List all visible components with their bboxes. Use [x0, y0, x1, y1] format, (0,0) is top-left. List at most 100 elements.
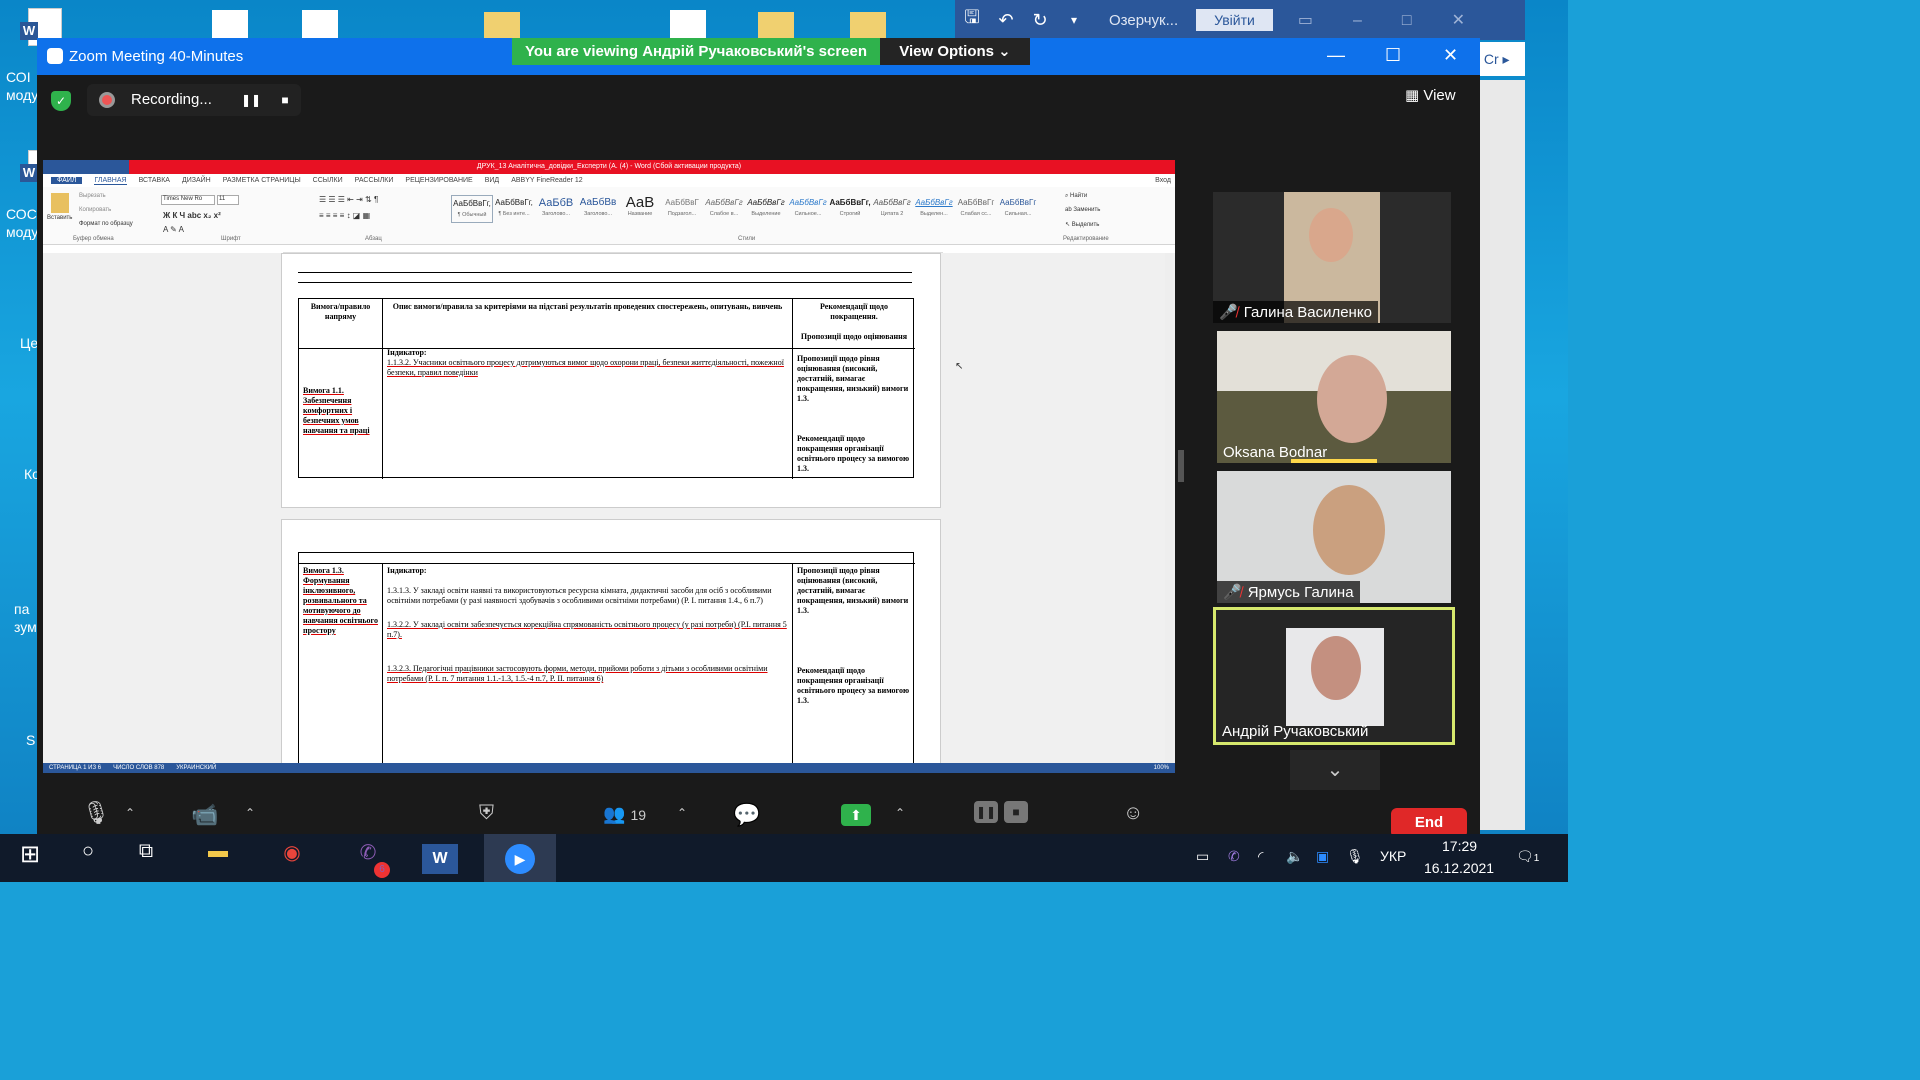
volume-icon[interactable]: 🔈	[1286, 848, 1303, 865]
close-icon[interactable]: ✕	[1443, 45, 1458, 66]
align-buttons[interactable]: ≡ ≡ ≡ ≡ ↕ ◪ ▦	[319, 211, 370, 220]
font-color-buttons[interactable]: A ✎ A	[163, 225, 184, 234]
word-document-area[interactable]: Вимога/правило напряму Вимога 1.1. Забез…	[43, 253, 1175, 773]
battery-icon[interactable]: ▭	[1196, 848, 1209, 865]
word-login-button[interactable]: Увійти	[1196, 9, 1273, 31]
chrome-icon[interactable]: ◉	[270, 840, 314, 876]
status-page[interactable]: СТРАНИЦА 1 ИЗ 6	[49, 765, 101, 771]
audio-options-chevron[interactable]: ⌃	[125, 806, 135, 820]
tab-file[interactable]: ФАЙЛ	[51, 177, 83, 184]
word-taskbar-icon[interactable]: W	[422, 844, 458, 874]
save-icon[interactable]: 🖫	[955, 5, 989, 35]
desktop-folder-2[interactable]	[758, 12, 794, 38]
stop-recording-button[interactable]: ■	[274, 89, 296, 111]
style-item[interactable]: АаБбВвГг, Строгий	[829, 195, 871, 223]
reactions-icon[interactable]: ☺	[1123, 802, 1143, 825]
style-item[interactable]: АаВ Название	[619, 195, 661, 223]
mic-tray-icon[interactable]: 🎙	[1346, 848, 1364, 865]
microphone-icon[interactable]: 🎙	[82, 800, 110, 826]
desktop-folder-1[interactable]	[484, 12, 520, 38]
task-view-icon[interactable]: ⧉	[124, 840, 168, 876]
style-item[interactable]: АаБбВвГ Подзагол...	[661, 195, 703, 223]
file-explorer-icon[interactable]: ▬	[196, 840, 240, 876]
tab-view[interactable]: ВИД	[485, 177, 499, 184]
desktop-icon-doc4[interactable]	[302, 10, 338, 38]
word-window-controls[interactable]: ▭–□✕	[1298, 10, 1505, 30]
word-ruler[interactable]	[283, 245, 943, 253]
windows-start-icon[interactable]: ⊞	[8, 840, 52, 876]
zoom-tray-icon[interactable]: ▣	[1316, 848, 1329, 865]
paste-label[interactable]: Вставить	[47, 215, 72, 221]
security-icon[interactable]: ⛨	[479, 802, 494, 825]
language-indicator[interactable]: УКР	[1380, 848, 1406, 864]
participant-tile-active[interactable]: Андрій Ручаковський	[1213, 607, 1455, 745]
participant-tile[interactable]: 🎤̸ Ярмусь Галина	[1217, 471, 1451, 603]
style-item[interactable]: АаБбВвГг Слабая сс...	[955, 195, 997, 223]
word-scrollbar[interactable]	[1165, 253, 1173, 763]
zoom-taskbar-icon[interactable]: ▶	[484, 834, 556, 882]
select-button[interactable]: ↖ Выделить	[1065, 221, 1099, 228]
undo-icon[interactable]: ↶	[989, 10, 1023, 31]
view-options-button[interactable]: View Options ⌄	[880, 38, 1030, 65]
tab-insert[interactable]: ВСТАВКА	[139, 177, 170, 184]
style-item[interactable]: АаБбВвГг Цитата 2	[871, 195, 913, 223]
desktop-icon-doc5[interactable]	[670, 10, 706, 38]
viber-icon[interactable]: ✆ 6	[346, 840, 390, 878]
tab-design[interactable]: ДИЗАЙН	[182, 177, 211, 184]
word-login-link[interactable]: Вход	[1155, 177, 1171, 184]
share-options-chevron[interactable]: ⌃	[895, 806, 905, 820]
notifications-icon[interactable]: 🗨1	[1516, 848, 1539, 865]
tab-review[interactable]: РЕЦЕНЗИРОВАНИЕ	[405, 177, 472, 184]
copy-label[interactable]: Копировать	[79, 207, 111, 213]
tab-references[interactable]: ССЫЛКИ	[313, 177, 343, 184]
paste-icon[interactable]	[51, 193, 69, 213]
style-item[interactable]: АаБбВ Заголово...	[535, 195, 577, 223]
style-item[interactable]: АаБбВвГг, ¶ Обычный	[451, 195, 493, 223]
viber-tray-icon[interactable]: ✆	[1228, 848, 1240, 865]
video-camera-icon[interactable]: 📹	[191, 802, 218, 828]
font-size-input[interactable]: 11	[217, 195, 239, 205]
security-shield-icon[interactable]: ✓	[51, 91, 71, 111]
tab-layout[interactable]: РАЗМЕТКА СТРАНИЦЫ	[223, 177, 301, 184]
desktop-folder-3[interactable]	[850, 12, 886, 38]
chat-icon[interactable]: 💬	[733, 802, 760, 828]
pause-share-icon[interactable]: ❚❚	[974, 801, 998, 823]
style-item[interactable]: АаБбВвГг Выделение	[745, 195, 787, 223]
status-zoom[interactable]: 100%	[1154, 765, 1169, 771]
customize-icon[interactable]: ▾	[1057, 13, 1091, 27]
minimize-icon[interactable]: —	[1327, 45, 1345, 66]
pause-recording-button[interactable]: ❚❚	[240, 89, 262, 111]
status-language[interactable]: УКРАИНСКИЙ	[176, 765, 216, 771]
status-words[interactable]: ЧИСЛО СЛОВ 878	[113, 765, 164, 771]
share-screen-icon[interactable]: ⬆	[841, 804, 871, 826]
list-buttons[interactable]: ☰ ☰ ☰ ⇤ ⇥ ⇅ ¶	[319, 195, 378, 204]
replace-button[interactable]: ab Заменить	[1065, 207, 1100, 213]
style-item[interactable]: АаБбВвГг Сильное...	[787, 195, 829, 223]
participant-tile[interactable]: Oksana Bodnar	[1217, 331, 1451, 463]
font-format-buttons[interactable]: Ж К Ч abc x₂ x²	[163, 211, 221, 220]
style-item[interactable]: АаБбВв Заголово...	[577, 195, 619, 223]
tab-abbyy[interactable]: ABBYY FineReader 12	[511, 177, 582, 184]
clock-date[interactable]: 16.12.2021	[1424, 860, 1494, 876]
participants-options-chevron[interactable]: ⌃	[677, 806, 687, 820]
tab-mailings[interactable]: РАССЫЛКИ	[355, 177, 394, 184]
search-icon[interactable]: ○	[66, 840, 110, 876]
stop-share-icon[interactable]: ■	[1004, 801, 1028, 823]
tab-home[interactable]: ГЛАВНАЯ	[94, 177, 127, 185]
scroll-down-participants-button[interactable]: ⌄	[1290, 750, 1380, 790]
clock-time[interactable]: 17:29	[1442, 838, 1477, 854]
video-options-chevron[interactable]: ⌃	[245, 806, 255, 820]
participants-button[interactable]: 👥 19	[603, 804, 646, 825]
cut-label[interactable]: Вырезать	[79, 193, 106, 199]
format-painter-label[interactable]: Формат по образцу	[79, 221, 133, 227]
style-item[interactable]: АаБбВвГг Сильная...	[997, 195, 1039, 223]
splitter-handle[interactable]	[1178, 450, 1184, 482]
maximize-icon[interactable]: ☐	[1385, 45, 1401, 66]
style-item[interactable]: АаБбВвГг Выделен...	[913, 195, 955, 223]
wifi-icon[interactable]: ◜	[1258, 848, 1263, 865]
view-button[interactable]: ▦ View	[1405, 86, 1456, 104]
font-name-input[interactable]: Times New Ro	[161, 195, 215, 205]
redo-icon[interactable]: ↻	[1023, 10, 1057, 31]
style-item[interactable]: АаБбВвГг Слабое в...	[703, 195, 745, 223]
style-item[interactable]: АаБбВвГг, ¶ Без инте...	[493, 195, 535, 223]
